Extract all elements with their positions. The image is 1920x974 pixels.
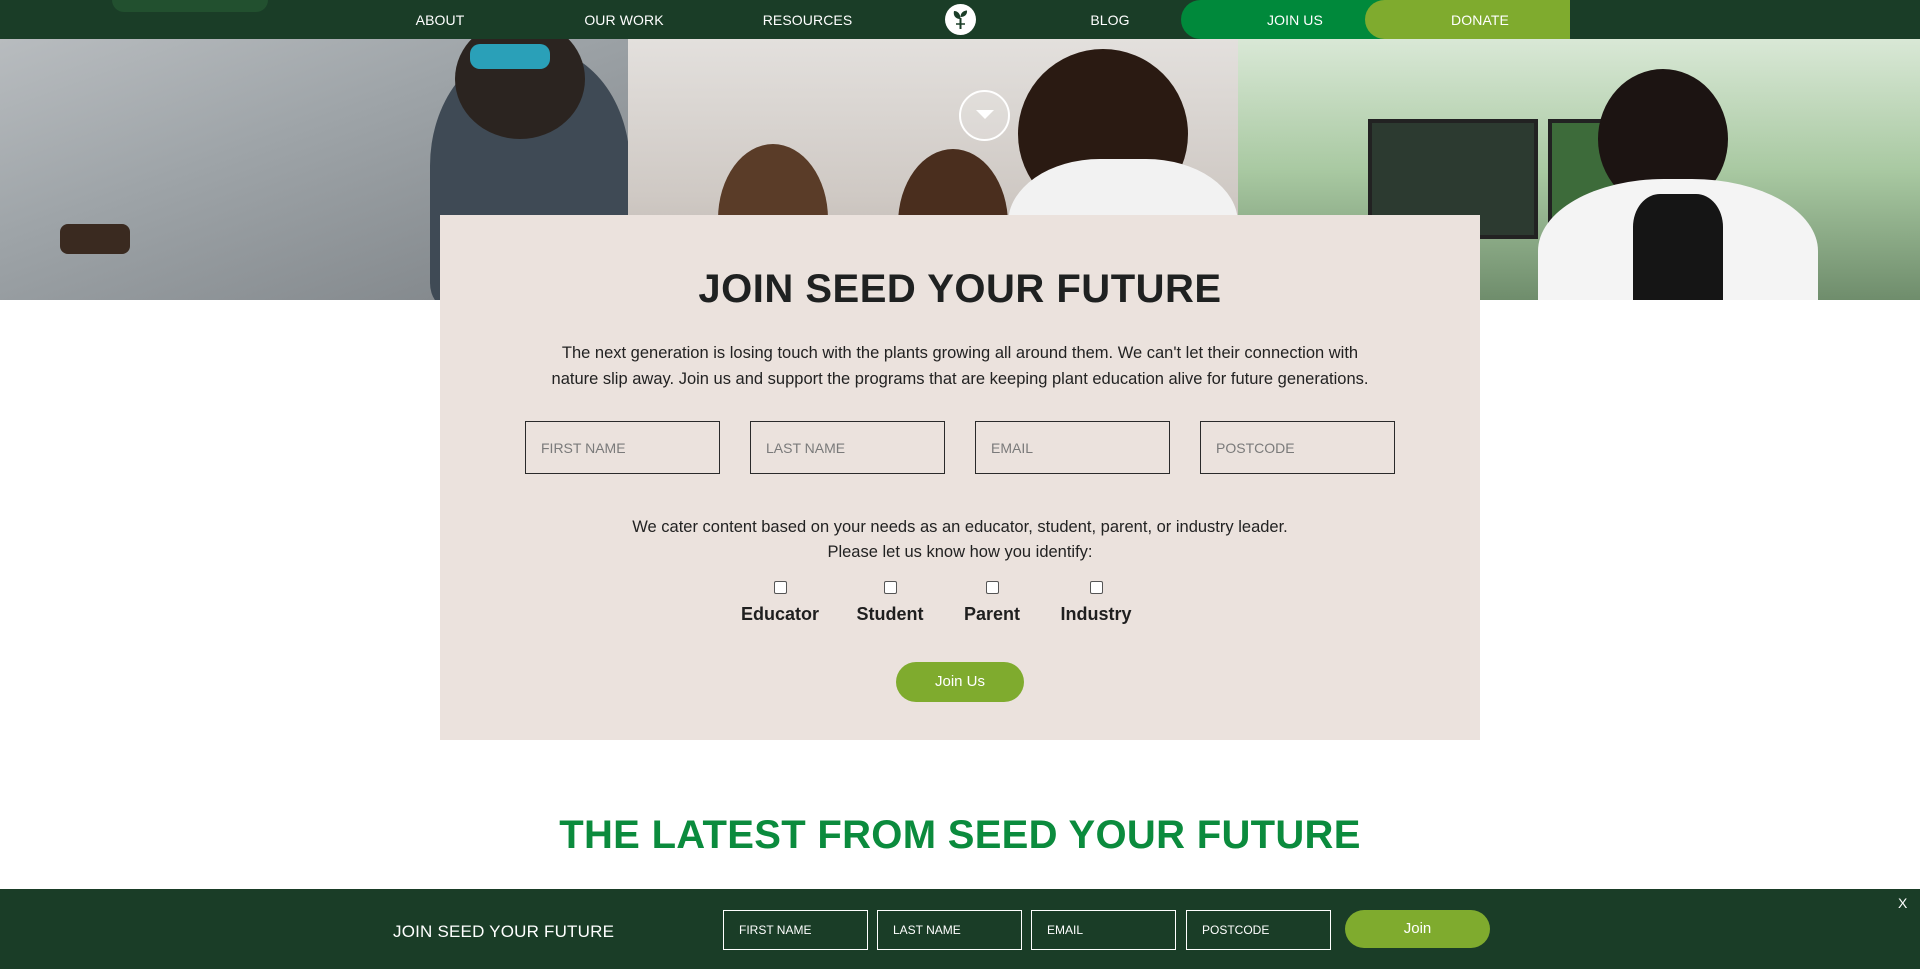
email-field[interactable]: [975, 421, 1170, 474]
identify-line-2: Please let us know how you identify:: [827, 543, 1093, 561]
postcode-field[interactable]: [1200, 421, 1395, 474]
identify-prompt: We cater content based on your needs as …: [440, 515, 1480, 565]
nav-donate-button[interactable]: DONATE: [1365, 0, 1570, 39]
nav-item-blog[interactable]: BLOG: [1080, 0, 1140, 39]
seedling-icon: [946, 5, 975, 34]
close-icon[interactable]: X: [1898, 895, 1907, 911]
join-form-title: JOIN SEED YOUR FUTURE: [698, 267, 1222, 311]
top-navigation: ABOUT OUR WORK RESOURCES BLOG JOIN US DO…: [0, 0, 1920, 39]
industry-label: Industry: [1060, 604, 1132, 624]
sticky-last-name-field[interactable]: [877, 910, 1022, 950]
option-parent: Parent: [952, 581, 1032, 625]
join-form-description: The next generation is losing touch with…: [551, 344, 1369, 388]
educator-label: Educator: [740, 604, 819, 624]
last-name-field[interactable]: [750, 421, 945, 474]
educator-checkbox[interactable]: [773, 581, 787, 594]
nav-pill-decoration: [112, 0, 268, 12]
nav-item-about[interactable]: ABOUT: [400, 0, 480, 39]
student-checkbox[interactable]: [883, 581, 897, 594]
option-industry: Industry: [1056, 581, 1136, 625]
parent-label: Parent: [963, 604, 1021, 624]
sticky-first-name-field[interactable]: [723, 910, 868, 950]
join-us-button[interactable]: Join Us: [896, 662, 1024, 702]
sticky-bar-title: JOIN SEED YOUR FUTURE: [393, 922, 615, 941]
sticky-postcode-field[interactable]: [1186, 910, 1331, 950]
latest-heading: THE LATEST FROM SEED YOUR FUTURE: [559, 813, 1361, 857]
nav-item-our-work[interactable]: OUR WORK: [574, 0, 674, 39]
identify-line-1: We cater content based on your needs as …: [632, 518, 1288, 536]
join-form-card: JOIN SEED YOUR FUTURE The next generatio…: [440, 215, 1480, 740]
sticky-join-bar: JOIN SEED YOUR FUTURE Join X: [0, 889, 1920, 969]
industry-checkbox[interactable]: [1089, 581, 1103, 594]
sticky-email-field[interactable]: [1031, 910, 1176, 950]
nav-donate-label: DONATE: [1451, 12, 1509, 28]
parent-checkbox[interactable]: [985, 581, 999, 594]
seedling-logo-icon[interactable]: [945, 4, 976, 35]
option-educator: Educator: [740, 581, 820, 625]
scroll-down-button[interactable]: [959, 90, 1010, 141]
option-student: Student: [850, 581, 930, 625]
chevron-down-icon: [976, 110, 994, 119]
student-label: Student: [856, 604, 924, 624]
first-name-field[interactable]: [525, 421, 720, 474]
sticky-join-button[interactable]: Join: [1345, 910, 1490, 948]
nav-item-resources[interactable]: RESOURCES: [760, 0, 855, 39]
